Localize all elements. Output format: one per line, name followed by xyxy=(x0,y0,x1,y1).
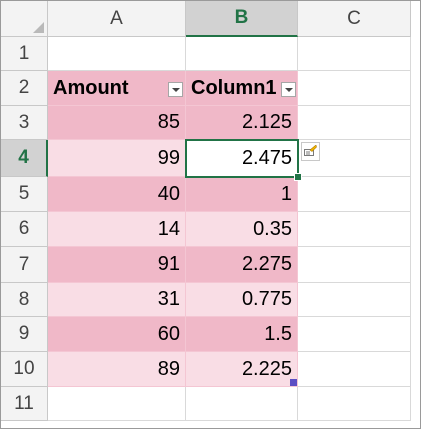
cell-c1[interactable] xyxy=(298,37,411,71)
cell-value: 60 xyxy=(157,322,180,345)
cell-value: 91 xyxy=(157,253,180,275)
table-cell-column1[interactable]: 0.775 xyxy=(186,283,298,317)
cell-value: 85 xyxy=(157,111,180,133)
cell-b1[interactable] xyxy=(186,37,298,71)
row-header-label: 10 xyxy=(13,358,35,379)
auto-fill-options-icon xyxy=(304,145,317,156)
column-header-label: C xyxy=(347,7,361,29)
table-cell-column1[interactable]: 2.225 xyxy=(186,352,298,387)
column-header-b[interactable]: B xyxy=(186,1,298,37)
row-header-label: 9 xyxy=(18,323,30,344)
cell-value: 31 xyxy=(157,288,180,310)
cell-value: 40 xyxy=(157,182,180,205)
row-header-label: 2 xyxy=(18,77,30,98)
row-header-8[interactable]: 8 xyxy=(1,283,48,317)
row-header-4[interactable]: 4 xyxy=(1,140,48,177)
table-cell-amount[interactable]: 40 xyxy=(48,177,186,212)
column-header-c[interactable]: C xyxy=(298,1,411,37)
table-cell-amount[interactable]: 14 xyxy=(48,212,186,247)
row-header-label: 11 xyxy=(14,392,34,414)
table-header-amount[interactable]: Amount xyxy=(48,71,186,106)
row-header-11[interactable]: 11 xyxy=(1,387,48,421)
table-cell-amount[interactable]: 91 xyxy=(48,247,186,283)
cell-value: 2.475 xyxy=(241,146,292,169)
fill-handle[interactable] xyxy=(294,173,302,181)
table-header-label: Amount xyxy=(53,76,129,99)
table-cell-amount[interactable]: 89 xyxy=(48,352,186,387)
cell-b11[interactable] xyxy=(186,387,298,421)
row-header-3[interactable]: 3 xyxy=(1,106,48,140)
cell-c2[interactable] xyxy=(298,71,411,106)
cell-value: 2.125 xyxy=(241,111,292,133)
row-header-1[interactable]: 1 xyxy=(1,37,48,71)
table-cell-column1[interactable]: 2.125 xyxy=(186,106,298,140)
cell-c9[interactable] xyxy=(298,317,411,352)
table-cell-column1[interactable]: 2.275 xyxy=(186,247,298,283)
table-cell-column1[interactable]: 1.5 xyxy=(186,317,298,352)
table-resize-handle[interactable] xyxy=(290,379,297,386)
table-cell-amount[interactable]: 31 xyxy=(48,283,186,317)
cell-a1[interactable] xyxy=(48,37,186,71)
cell-value: 0.775 xyxy=(241,288,292,310)
cell-value: 14 xyxy=(157,217,180,240)
cell-value: 1 xyxy=(280,182,292,205)
cell-value: 99 xyxy=(157,146,180,169)
table-cell-column1[interactable]: 0.35 xyxy=(186,212,298,247)
row-header-label: 5 xyxy=(18,183,30,204)
row-header-9[interactable]: 9 xyxy=(1,317,48,352)
row-header-label: 7 xyxy=(18,253,30,275)
cell-value: 2.275 xyxy=(241,253,292,275)
row-header-label: 4 xyxy=(18,147,29,168)
filter-dropdown-amount-icon[interactable] xyxy=(168,82,183,97)
select-all-triangle-icon xyxy=(33,22,44,33)
column-header-label: A xyxy=(110,7,123,29)
cell-c8[interactable] xyxy=(298,283,411,317)
cell-value: 1.5 xyxy=(264,322,292,345)
row-header-label: 8 xyxy=(18,288,30,310)
cell-value: 2.225 xyxy=(241,357,292,380)
cell-c3[interactable] xyxy=(298,106,411,140)
table-cell-amount[interactable]: 99 xyxy=(48,140,186,177)
cell-a11[interactable] xyxy=(48,387,186,421)
cell-c10[interactable] xyxy=(298,352,411,387)
row-header-label: 1 xyxy=(18,42,30,64)
row-header-label: 3 xyxy=(18,111,30,133)
table-header-label: Column1 xyxy=(191,76,277,99)
auto-fill-options-button[interactable] xyxy=(301,142,320,161)
cell-value: 0.35 xyxy=(253,217,292,240)
table-cell-amount[interactable]: 60 xyxy=(48,317,186,352)
cell-value: 89 xyxy=(157,357,180,380)
filter-dropdown-column1-icon[interactable] xyxy=(281,82,296,97)
column-header-label: B xyxy=(234,7,249,28)
cell-c6[interactable] xyxy=(298,212,411,247)
cell-c5[interactable] xyxy=(298,177,411,212)
cell-c7[interactable] xyxy=(298,247,411,283)
row-header-10[interactable]: 10 xyxy=(1,352,48,387)
row-header-label: 6 xyxy=(18,218,30,239)
table-cell-amount[interactable]: 85 xyxy=(48,106,186,140)
row-header-7[interactable]: 7 xyxy=(1,247,48,283)
spreadsheet-grid: A B C 1 2 3 4 5 6 7 8 9 10 11 Amount Col… xyxy=(0,0,421,429)
row-header-5[interactable]: 5 xyxy=(1,177,48,212)
cell-c11[interactable] xyxy=(298,387,411,421)
table-cell-column1[interactable]: 1 xyxy=(186,177,298,212)
table-cell-column1-active[interactable]: 2.475 xyxy=(186,140,298,177)
select-all-button[interactable] xyxy=(1,1,48,37)
row-header-2[interactable]: 2 xyxy=(1,71,48,106)
row-header-6[interactable]: 6 xyxy=(1,212,48,247)
column-header-a[interactable]: A xyxy=(48,1,186,37)
